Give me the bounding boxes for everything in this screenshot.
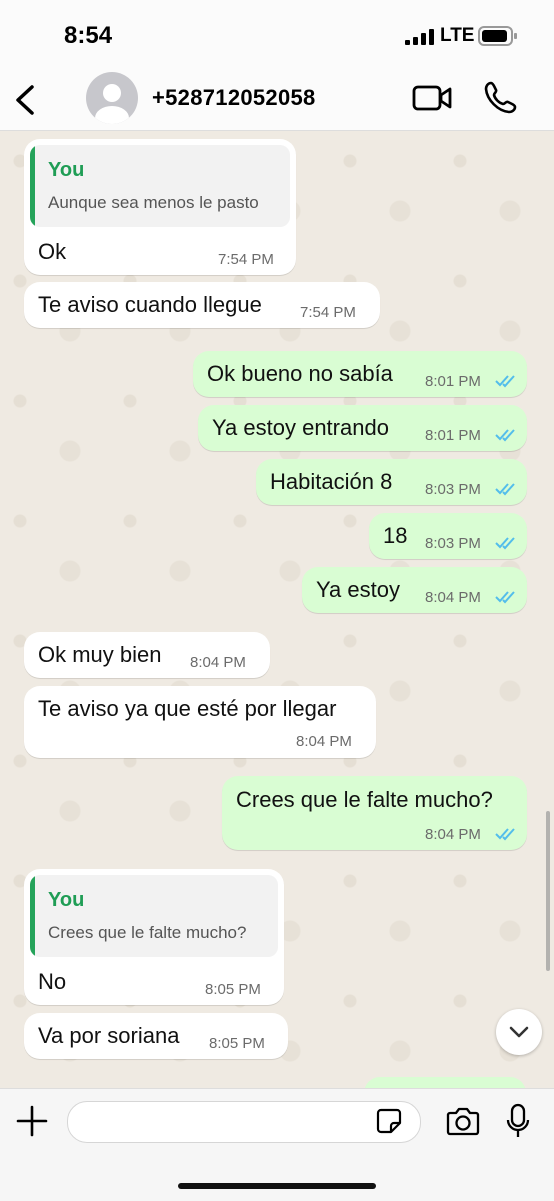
video-call-icon[interactable] (412, 84, 452, 112)
message-time: 8:01 PM (425, 427, 481, 444)
read-receipt-icon (495, 828, 515, 841)
message-input[interactable] (67, 1101, 421, 1143)
message-text: Ok bueno no sabía (207, 361, 393, 386)
chat-area[interactable]: You Aunque sea menos le pasto Ok 7:54 PM… (0, 131, 554, 1088)
message-incoming[interactable]: Te aviso cuando llegue 7:54 PM (24, 282, 380, 328)
message-outgoing[interactable]: 18 8:03 PM (369, 513, 527, 559)
message-time: 8:05 PM (205, 981, 261, 998)
quote-text: Crees que le falte mucho? (48, 923, 247, 942)
read-receipt-icon (495, 483, 515, 496)
quote-author: You (48, 889, 85, 911)
message-time: 8:01 PM (425, 373, 481, 390)
message-time: 8:04 PM (296, 733, 352, 750)
plus-icon[interactable] (16, 1105, 48, 1137)
message-time: 7:54 PM (218, 251, 274, 268)
read-receipt-icon (495, 429, 515, 442)
message-text: Crees que le falte mucho? (236, 787, 493, 812)
message-time: 8:04 PM (425, 826, 481, 843)
signal-icon (405, 29, 434, 45)
message-text: Ok (38, 239, 67, 264)
read-receipt-icon (495, 537, 515, 550)
contact-name[interactable]: +528712052058 (152, 85, 316, 111)
message-time: 7:54 PM (300, 304, 356, 321)
message-time: 8:04 PM (425, 589, 481, 606)
microphone-icon[interactable] (506, 1103, 530, 1139)
input-bar (0, 1088, 554, 1201)
message-incoming[interactable]: You Crees que le falte mucho? No 8:05 PM (24, 869, 284, 1005)
scroll-to-bottom-button[interactable] (496, 1009, 542, 1055)
home-indicator[interactable] (178, 1183, 376, 1189)
message-outgoing-partial[interactable] (364, 1077, 526, 1088)
message-text: Va por soriana (38, 1023, 180, 1048)
scrollbar[interactable] (546, 811, 550, 971)
sticker-icon[interactable] (376, 1108, 402, 1134)
message-incoming[interactable]: Ok muy bien 8:04 PM (24, 632, 270, 678)
read-receipt-icon (495, 591, 515, 604)
message-time: 8:03 PM (425, 535, 481, 552)
quote-author: You (48, 159, 85, 181)
message-time: 8:03 PM (425, 481, 481, 498)
message-outgoing[interactable]: Habitación 8 8:03 PM (256, 459, 527, 505)
message-text: Te aviso cuando llegue (38, 292, 262, 317)
avatar[interactable] (86, 72, 138, 124)
camera-icon[interactable] (446, 1106, 480, 1136)
read-receipt-icon (495, 375, 515, 388)
quote-text: Aunque sea menos le pasto (48, 193, 259, 212)
battery-icon (478, 26, 517, 46)
message-outgoing[interactable]: Ya estoy 8:04 PM (302, 567, 527, 613)
phone-icon[interactable] (484, 80, 518, 114)
quote-accent-bar (30, 875, 35, 957)
chat-header: +528712052058 (0, 70, 554, 131)
back-chevron-icon[interactable] (10, 82, 40, 118)
status-bar: 8:54 LTE (0, 0, 554, 70)
message-text: Ya estoy (316, 577, 400, 602)
message-text: Ok muy bien (38, 642, 162, 667)
message-text: Habitación 8 (270, 469, 393, 494)
message-time: 8:05 PM (209, 1035, 265, 1052)
message-text: Te aviso ya que esté por llegar (38, 696, 337, 721)
quoted-message[interactable]: You Crees que le falte mucho? (30, 875, 278, 957)
message-outgoing[interactable]: Ok bueno no sabía 8:01 PM (193, 351, 527, 397)
message-text: Ya estoy entrando (212, 415, 389, 440)
avatar-icon (95, 84, 129, 124)
status-time: 8:54 (64, 22, 113, 49)
network-label: LTE (440, 25, 475, 46)
message-outgoing[interactable]: Ya estoy entrando 8:01 PM (198, 405, 527, 451)
message-incoming[interactable]: Te aviso ya que esté por llegar 8:04 PM (24, 686, 376, 758)
chevron-down-icon (509, 1026, 529, 1038)
message-incoming[interactable]: Va por soriana 8:05 PM (24, 1013, 288, 1059)
message-outgoing[interactable]: Crees que le falte mucho? 8:04 PM (222, 776, 527, 850)
quoted-message[interactable]: You Aunque sea menos le pasto (30, 145, 290, 227)
message-time: 8:04 PM (190, 654, 246, 671)
message-text: No (38, 969, 67, 994)
quote-accent-bar (30, 145, 35, 227)
message-text: 18 (383, 523, 408, 548)
message-incoming[interactable]: You Aunque sea menos le pasto Ok 7:54 PM (24, 139, 296, 275)
